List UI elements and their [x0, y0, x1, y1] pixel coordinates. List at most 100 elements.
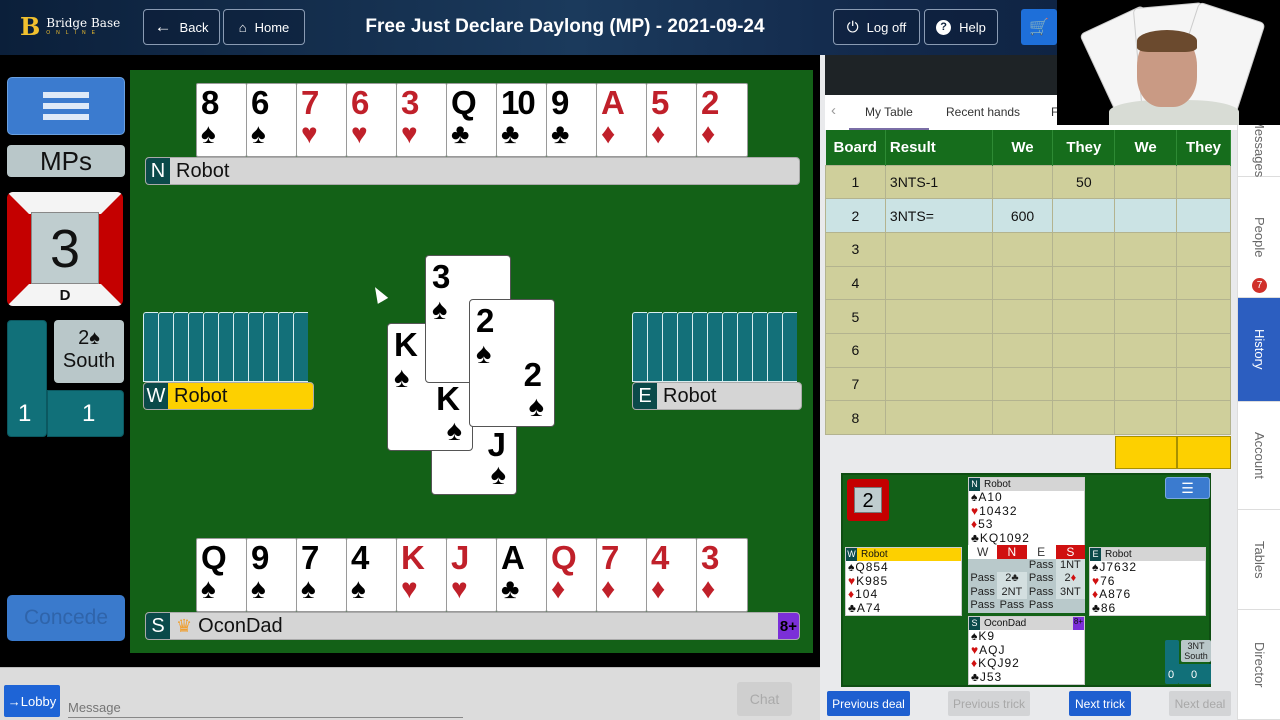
auction-bid: Pass [1028, 585, 1054, 598]
previous-trick-button[interactable]: Previous trick [948, 691, 1030, 716]
side-tab-messages[interactable]: Messages [1238, 118, 1280, 178]
side-tab-account[interactable]: Account [1238, 402, 1280, 510]
hamburger-line [43, 92, 89, 98]
help-button[interactable]: ? Help [924, 9, 998, 45]
cart-button[interactable]: 🛒 [1021, 9, 1057, 45]
side-tab-label: People [1252, 216, 1267, 258]
card-back [692, 312, 707, 382]
cell-board: 1 [825, 164, 886, 200]
player-name[interactable]: Robot [1105, 549, 1132, 560]
suit-holding: ♦A876 [1092, 587, 1132, 601]
side-tab-people[interactable]: People 7 [1238, 177, 1280, 298]
playing-card[interactable]: 7 ♠ [296, 538, 347, 612]
side-tab-history[interactable]: History [1238, 298, 1280, 402]
west-player-name[interactable]: Robot [174, 385, 227, 408]
mini-board-number: 2 [854, 487, 882, 513]
playing-card[interactable]: 7 ♥ [296, 83, 347, 157]
playing-card[interactable]: 9 ♠ [246, 538, 297, 612]
suit-holding: ♣KQ1092 [971, 530, 1030, 545]
south-player-name[interactable]: OconDad [198, 615, 283, 638]
playing-card[interactable]: 3 ♦ [696, 538, 748, 612]
card-back [767, 312, 782, 382]
playing-card[interactable]: 3 ♥ [396, 83, 447, 157]
message-input[interactable] [68, 698, 463, 718]
col-result: Result [885, 130, 993, 165]
north-name-bar: N Robot [145, 157, 800, 185]
history-row[interactable]: 8 [825, 400, 1231, 435]
history-row[interactable]: 6 [825, 332, 1231, 368]
playing-card[interactable]: 5 ♦ [646, 83, 697, 157]
cell-we2 [1114, 400, 1178, 435]
chevron-left-icon[interactable]: ‹ [831, 102, 836, 119]
heart-icon: ♥ [351, 118, 368, 149]
logoff-button[interactable]: ⏻ Log off [833, 9, 920, 45]
lobby-button[interactable]: →Lobby [4, 685, 60, 717]
mini-north-hand: N Robot ♠A10 ♥10432 ♦53 ♣KQ1092 [968, 477, 1085, 546]
playing-card[interactable]: Q ♣ [446, 83, 497, 157]
card-rank: K [436, 380, 460, 417]
bbo-logo[interactable]: B Bridge Base ONLINE [20, 12, 120, 41]
mini-menu-button[interactable]: ☰ [1165, 477, 1210, 499]
playing-card[interactable]: 2 ♦ [696, 83, 748, 157]
side-tab-director[interactable]: Director [1238, 610, 1280, 720]
chat-send-button[interactable]: Chat [737, 682, 792, 716]
history-row[interactable]: 2 3NTS= 600 [825, 198, 1231, 233]
tab-my-table[interactable]: My Table [865, 105, 913, 119]
webcam-overlay [1057, 0, 1280, 125]
playing-card[interactable]: A ♣ [496, 538, 547, 612]
next-trick-button[interactable]: Next trick [1069, 691, 1131, 716]
card-rank: 6 [351, 84, 369, 121]
tab-recent-hands[interactable]: Recent hands [946, 105, 1020, 119]
diamond-icon: ♦ [701, 118, 716, 149]
bridge-table: 8 ♠ 6 ♠ 7 ♥ 6 ♥ 3 ♥ Q ♣ 10 ♣ 9 ♣ A ♦ 5 ♦ 2 ♦ N Robot W Robot … [130, 70, 813, 653]
history-row[interactable]: 3 [825, 231, 1231, 267]
auction-bid [997, 559, 1026, 572]
concede-button[interactable]: Concede [7, 595, 125, 641]
playing-card[interactable]: 10 ♣ [496, 83, 547, 157]
history-row[interactable]: 7 [825, 366, 1231, 402]
player-name[interactable]: Robot [984, 479, 1011, 490]
card-rank: 7 [601, 539, 619, 576]
playing-card[interactable]: 4 ♠ [346, 538, 397, 612]
contract-level: 2♠ [78, 327, 100, 349]
suit-holding: ♠K9 [971, 629, 996, 643]
north-hand: 8 ♠ 6 ♠ 7 ♥ 6 ♥ 3 ♥ Q ♣ 10 ♣ 9 ♣ A ♦ 5 ♦ 2 ♦ [196, 83, 748, 157]
hamburger-icon: ☰ [1181, 480, 1194, 496]
history-row[interactable]: 5 [825, 299, 1231, 334]
side-tab-label: History [1252, 329, 1267, 370]
mini-trick-counter: 3NT South 0 0 [1165, 640, 1211, 684]
playing-card[interactable]: K ♥ [396, 538, 447, 612]
spade-icon: ♠ [432, 294, 448, 326]
previous-deal-button[interactable]: Previous deal [827, 691, 910, 716]
cell-result [884, 231, 993, 267]
history-row[interactable]: 1 3NTS-1 50 [825, 164, 1231, 200]
north-player-name[interactable]: Robot [176, 160, 229, 183]
playing-card[interactable]: A ♦ [596, 83, 647, 157]
spade-icon: ♠ [490, 459, 506, 491]
card-back [662, 312, 677, 382]
south-name-bar: S ♛ OconDad 8+ [145, 612, 800, 640]
playing-card[interactable]: J ♥ [446, 538, 497, 612]
playing-card[interactable]: 6 ♠ [246, 83, 297, 157]
playing-card[interactable]: 6 ♥ [346, 83, 397, 157]
playing-card[interactable]: 8 ♠ [196, 83, 247, 157]
mini-west-hand: W Robot ♠Q854 ♥K985 ♦104 ♣A74 [845, 547, 962, 616]
history-row[interactable]: 4 [825, 265, 1231, 301]
playing-card[interactable]: 4 ♦ [646, 538, 697, 612]
playing-card[interactable]: 7 ♦ [596, 538, 647, 612]
menu-button[interactable] [7, 77, 125, 135]
cell-we [991, 265, 1054, 301]
side-tab-tables[interactable]: Tables [1238, 510, 1280, 610]
history-table: Board Result We They We They 1 3NTS-1 50 2 3… [825, 130, 1231, 435]
east-player-name[interactable]: Robot [663, 385, 716, 408]
spade-icon: ♠ [201, 118, 216, 149]
player-name[interactable]: OconDad [984, 618, 1026, 629]
back-button[interactable]: ← Back [143, 9, 220, 45]
home-button[interactable]: ⌂ Home [223, 9, 305, 45]
playing-card[interactable]: Q ♦ [546, 538, 597, 612]
player-name[interactable]: Robot [861, 549, 888, 560]
playing-card[interactable]: Q ♠ [196, 538, 247, 612]
club-icon: ♣ [501, 573, 520, 604]
playing-card[interactable]: 9 ♣ [546, 83, 597, 157]
next-deal-button[interactable]: Next deal [1169, 691, 1231, 716]
